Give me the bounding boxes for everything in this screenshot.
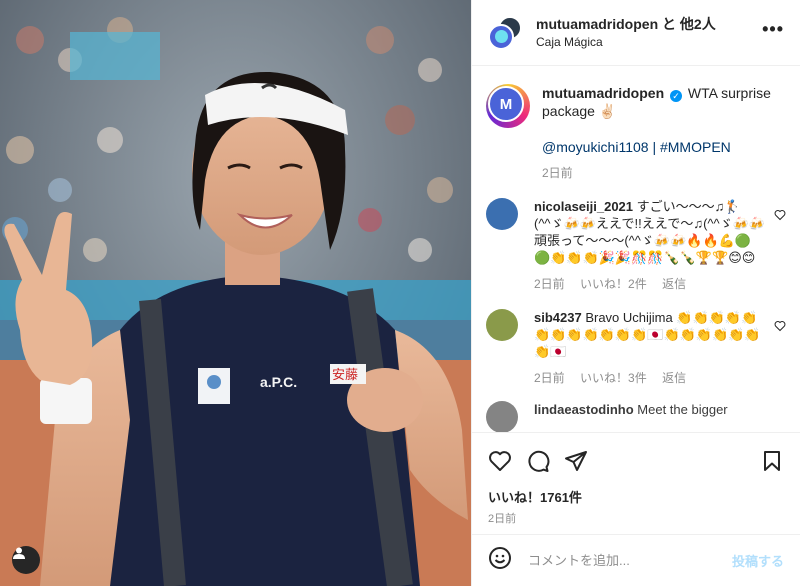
comment-likes[interactable]: いいね！3件	[580, 371, 647, 385]
caption-time: 2日前	[542, 166, 573, 180]
post-photo[interactable]: 安藤 a.P.C.	[0, 0, 471, 586]
header-username[interactable]: mutuamadridopen	[536, 16, 658, 32]
like-count[interactable]: いいね！1761件	[488, 487, 784, 506]
post-side-panel: mutuamadridopen と 他2人 Caja Mágica ••• M …	[471, 0, 800, 586]
flag-patch-text: 安藤	[332, 368, 358, 383]
emoji-icon[interactable]	[488, 546, 512, 575]
post-header: mutuamadridopen と 他2人 Caja Mágica •••	[472, 0, 800, 66]
comment-item: nicolaseiji_2021 すごい〜〜〜♫🏌(^^ゞ🍻🍻ええで!!ええで〜…	[472, 182, 800, 293]
post-actions: いいね！1761件 2日前	[472, 432, 800, 544]
comments-scroll[interactable]: M mutuamadridopen ✓ WTA surprise package…	[472, 66, 800, 432]
location-link[interactable]: Caja Mágica	[536, 33, 762, 51]
comment-username[interactable]: nicolaseiji_2021	[534, 199, 633, 214]
caption-tags-link[interactable]: @moyukichi1108 | #MMOPEN	[542, 138, 784, 156]
comment-item: lindaeastodinho Meet the bigger	[472, 387, 800, 432]
comment-time: 2日前	[534, 371, 565, 385]
reply-button[interactable]: 返信	[662, 277, 686, 291]
tennis-player-photo: 安藤 a.P.C.	[0, 0, 471, 586]
save-bookmark-icon[interactable]	[760, 449, 784, 473]
tagged-users-button[interactable]	[12, 546, 40, 574]
person-icon	[13, 547, 25, 559]
caption: M mutuamadridopen ✓ WTA surprise package…	[472, 66, 800, 182]
comment-username[interactable]: sib4237	[534, 310, 582, 325]
more-options-icon[interactable]: •••	[762, 19, 784, 46]
comment-input[interactable]	[526, 552, 732, 569]
comment-bubble-icon[interactable]	[526, 449, 550, 473]
shirt-logo-text: a.P.C.	[260, 374, 297, 390]
add-comment-bar: 投稿する	[472, 534, 800, 586]
like-comment-heart-icon[interactable]	[774, 208, 786, 226]
comment-text: Meet the bigger	[637, 402, 728, 417]
comment-time: 2日前	[534, 277, 565, 291]
like-heart-icon[interactable]	[488, 449, 512, 473]
header-others[interactable]: と 他2人	[662, 16, 716, 32]
comment-avatar[interactable]	[486, 309, 518, 341]
reply-button[interactable]: 返信	[662, 371, 686, 385]
like-comment-heart-icon[interactable]	[774, 319, 786, 337]
comment-item: sib4237 Bravo Uchijima 👏👏👏👏👏👏👏👏👏👏👏👏🇯🇵👏👏👏…	[472, 293, 800, 387]
collab-avatars[interactable]	[488, 15, 522, 50]
caption-username[interactable]: mutuamadridopen	[542, 85, 664, 101]
comment-avatar[interactable]	[486, 198, 518, 230]
comment-likes[interactable]: いいね！2件	[580, 277, 647, 291]
verified-badge-icon: ✓	[670, 90, 683, 102]
instagram-post-modal: 安藤 a.P.C. mutuamadridopen と 他2人 Caja Mág…	[0, 0, 800, 586]
post-time: 2日前	[488, 513, 517, 525]
caption-avatar[interactable]: M	[486, 84, 530, 128]
owner-avatar[interactable]	[488, 23, 514, 50]
comment-avatar[interactable]	[486, 401, 518, 432]
post-comment-button[interactable]: 投稿する	[732, 551, 784, 570]
share-paper-plane-icon[interactable]	[564, 449, 588, 473]
comment-username[interactable]: lindaeastodinho	[534, 402, 634, 417]
